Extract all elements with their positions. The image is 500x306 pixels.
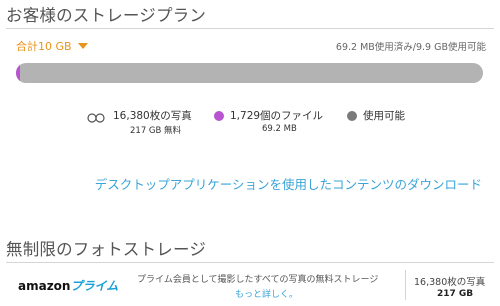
infinity-icon bbox=[87, 109, 105, 123]
logo-amazon-text: amazon bbox=[18, 279, 71, 293]
prime-photo-count: 16,380枚の写真 bbox=[414, 277, 486, 288]
usage-summary: 69.2 MB使用済み/9.9 GB使用可能 bbox=[335, 42, 486, 53]
photo-storage-title: 無制限のフォトストレージ bbox=[6, 240, 207, 259]
files-legend-dot bbox=[214, 111, 224, 121]
desktop-download-link[interactable]: デスクトップアプリケーションを使用したコンテンツのダウンロード bbox=[95, 174, 482, 193]
prime-storage-description: プライム会員として撮影したすべての写真の無料ストレージ bbox=[137, 275, 379, 285]
available-label: 使用可能 bbox=[363, 110, 405, 122]
amazon-prime-logo: amazonプライム bbox=[18, 277, 118, 294]
photos-count-label: 16,380枚の写真 bbox=[113, 110, 192, 122]
storage-plan-title: お客様のストレージプラン bbox=[6, 6, 207, 25]
total-label: 合計10 GB bbox=[16, 40, 72, 53]
caret-down-icon bbox=[77, 43, 88, 49]
files-count-label: 1,729個のファイル bbox=[230, 110, 324, 122]
prime-photo-size: 217 GB bbox=[437, 289, 474, 299]
learn-more-link[interactable]: もっと詳しく。 bbox=[235, 287, 298, 300]
available-legend-dot bbox=[347, 111, 357, 121]
total-dropdown[interactable]: 合計10 GB bbox=[16, 38, 88, 54]
photos-size-label: 217 GB 無料 bbox=[130, 126, 182, 136]
logo-prime-text: プライム bbox=[70, 279, 119, 293]
files-used-segment bbox=[16, 63, 21, 83]
storage-usage-bar bbox=[16, 63, 483, 83]
files-size-label: 69.2 MB bbox=[262, 124, 297, 134]
photo-storage-divider bbox=[6, 262, 494, 263]
title-divider bbox=[6, 28, 494, 29]
vertical-divider bbox=[405, 270, 406, 300]
